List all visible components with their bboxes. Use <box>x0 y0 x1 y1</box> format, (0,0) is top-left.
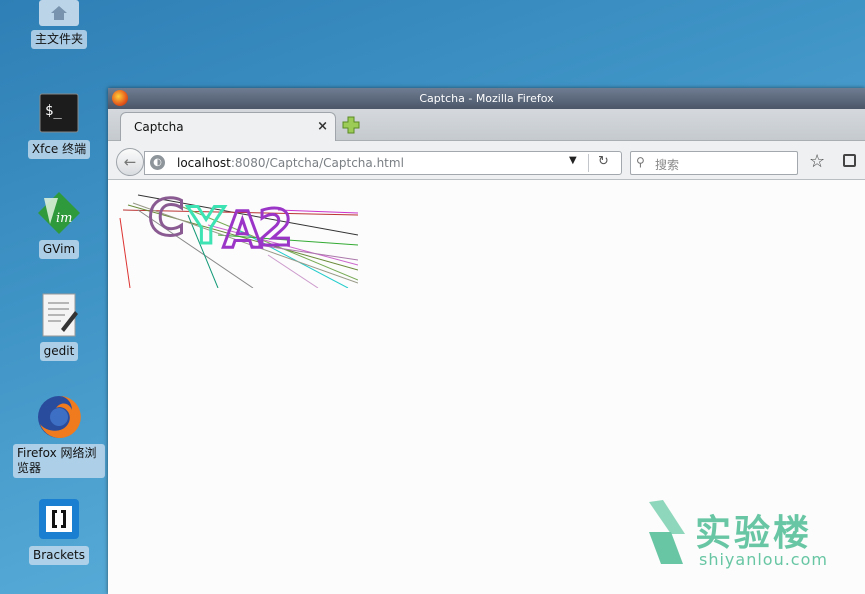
svg-text:$_: $_ <box>45 103 62 119</box>
bookmark-star-icon[interactable]: ☆ <box>809 151 825 172</box>
url-path: :8080/Captcha/Captcha.html <box>230 156 404 170</box>
plus-icon <box>342 116 360 134</box>
desktop-icon-label: GVim <box>38 240 80 259</box>
desktop-icon-brackets[interactable]: Brackets <box>14 496 104 565</box>
home-folder-icon <box>36 0 82 26</box>
terminal-icon: $_ <box>36 90 82 136</box>
captcha-glyph: A <box>223 201 262 259</box>
vim-icon: im <box>36 190 82 236</box>
captcha-image[interactable]: C Y A 2 <box>118 185 358 288</box>
new-tab-button[interactable] <box>342 116 360 134</box>
search-icon: ⚲ <box>636 155 645 169</box>
browser-window: Captcha - Mozilla Firefox Captcha × ← ◐ … <box>108 88 865 594</box>
back-arrow-icon: ← <box>123 153 137 171</box>
back-button[interactable]: ← <box>116 148 144 176</box>
window-title: Captcha - Mozilla Firefox <box>419 92 554 105</box>
url-separator <box>588 154 589 172</box>
captcha-glyph: C <box>148 189 185 247</box>
shiyanlou-logo-icon <box>649 500 685 564</box>
bookmarks-menu-icon[interactable] <box>843 154 856 167</box>
watermark-name: 实验楼 <box>695 513 813 554</box>
reload-icon[interactable]: ↻ <box>598 154 609 169</box>
desktop-icon-label: Brackets <box>29 546 89 565</box>
url-dropdown-icon[interactable]: ▼ <box>569 155 577 166</box>
search-input[interactable]: ⚲ 搜索 <box>630 151 798 175</box>
desktop-icon-label: 主文件夹 <box>30 30 87 49</box>
tab-title: Captcha <box>134 120 184 134</box>
navigation-toolbar: ← ◐ localhost:8080/Captcha/Captcha.html … <box>108 141 865 180</box>
globe-icon[interactable]: ◐ <box>150 155 165 170</box>
firefox-icon[interactable] <box>112 90 128 106</box>
close-tab-icon[interactable]: × <box>317 119 328 134</box>
desktop-icon-gvim[interactable]: im GVim <box>14 190 104 259</box>
text-editor-icon <box>36 292 82 338</box>
desktop-icon-label: Xfce 终端 <box>27 140 91 159</box>
brackets-icon <box>36 496 82 542</box>
desktop-icon-terminal[interactable]: $_ Xfce 终端 <box>14 90 104 159</box>
url-bar[interactable]: ◐ localhost:8080/Captcha/Captcha.html ▼ … <box>144 151 622 175</box>
tab-captcha[interactable]: Captcha × <box>120 112 336 141</box>
desktop-icon-label: Firefox 网络浏览器 <box>13 444 105 478</box>
captcha-glyph: Y <box>187 197 225 255</box>
search-placeholder: 搜索 <box>655 158 680 172</box>
svg-text:im: im <box>56 211 73 226</box>
firefox-icon <box>36 394 82 440</box>
captcha-glyph: 2 <box>258 199 293 257</box>
desktop-icon-gedit[interactable]: gedit <box>14 292 104 361</box>
url-host: localhost <box>177 156 231 170</box>
desktop-icon-label: gedit <box>39 342 79 361</box>
page-content: C Y A 2 实验楼 shiyanlou.com <box>108 180 865 594</box>
desktop-icon-home[interactable]: 主文件夹 <box>14 0 104 49</box>
desktop-icon-firefox[interactable]: Firefox 网络浏览器 <box>13 394 105 478</box>
tab-strip: Captcha × <box>108 109 865 141</box>
shiyanlou-watermark: 实验楼 shiyanlou.com <box>645 498 828 576</box>
window-titlebar[interactable]: Captcha - Mozilla Firefox <box>108 88 865 109</box>
watermark-domain: shiyanlou.com <box>699 550 828 569</box>
url-text: localhost:8080/Captcha/Captcha.html <box>177 156 404 170</box>
